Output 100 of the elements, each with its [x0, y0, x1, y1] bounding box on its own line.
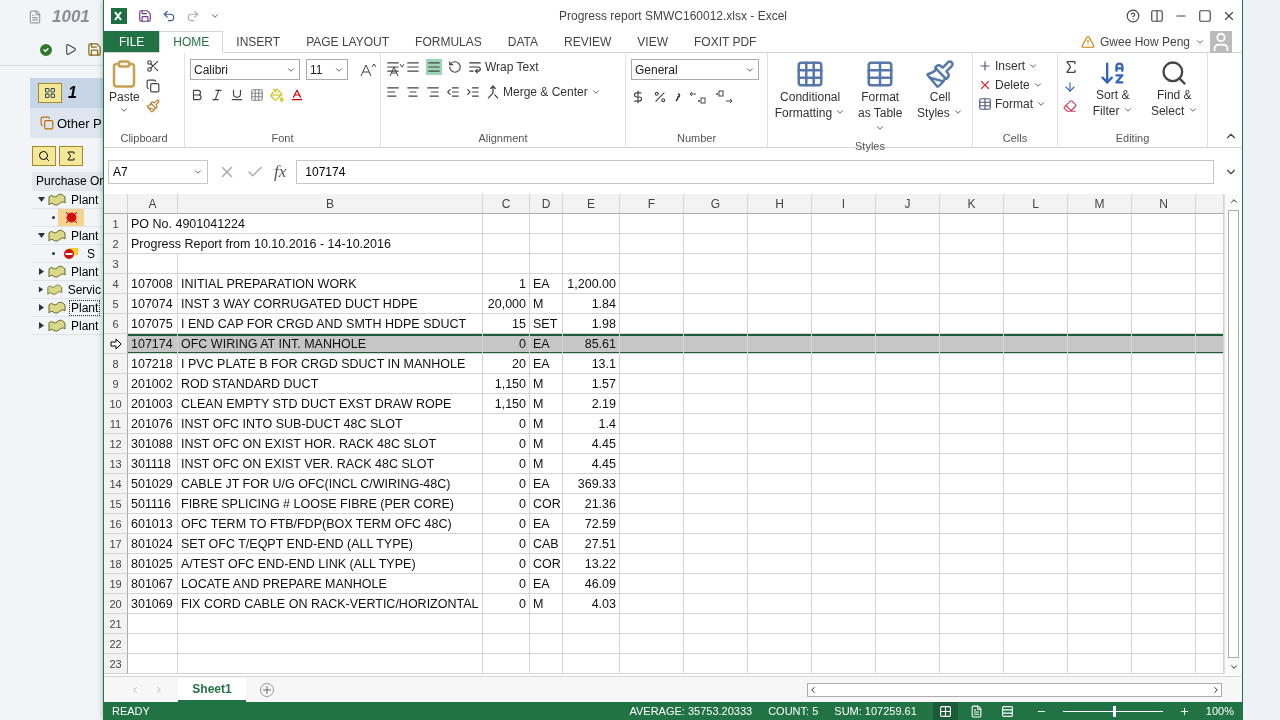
table-cell: INITIAL PREPARATION WORK [181, 276, 357, 291]
row-header[interactable]: 23 [104, 654, 128, 674]
table-cell: 107008 [131, 276, 173, 291]
tree-item[interactable]: Servic [65, 281, 103, 298]
column-header[interactable]: B [178, 194, 483, 214]
wrap-text-button[interactable]: Wrap Text [468, 60, 539, 74]
table-cell: ROD STANDARD DUCT [181, 376, 319, 391]
group-label: Styles [854, 139, 886, 154]
row-header[interactable]: 15 [104, 494, 128, 514]
row-header[interactable]: 19 [104, 574, 128, 594]
row-header[interactable]: 5 [104, 294, 128, 314]
table-cell: CABLE JT FOR U/G OFC(INCL C/WIRING-48C) [181, 476, 451, 491]
column-header[interactable]: I [812, 194, 876, 214]
row-header[interactable]: 14 [104, 474, 128, 494]
table-cell: 0 [519, 416, 526, 431]
account-name[interactable]: Gwee How Peng [1099, 34, 1190, 49]
window-title: Progress report SMWC160012.xlsx - Excel [557, 8, 789, 23]
tree-item[interactable]: Plant [69, 227, 101, 244]
row-header[interactable]: 18 [104, 554, 128, 574]
formula-field[interactable]: 107174 [296, 160, 1214, 184]
table-cell: 0 [519, 516, 526, 531]
row-header[interactable]: 6 [104, 314, 128, 334]
column-header[interactable]: N [1132, 194, 1196, 214]
ribbon-tab[interactable]: DATA [494, 31, 551, 52]
table-cell: Progress Report from 10.10.2016 - 14-10.2016 [131, 236, 391, 251]
table-cell: 1,150 [494, 396, 526, 411]
table-cell: M [533, 396, 544, 411]
zoom-level: 100% [1205, 705, 1234, 717]
font-size-field[interactable]: 11 [306, 59, 348, 80]
table-cell: 2.19 [591, 396, 616, 411]
row-header[interactable]: 3 [104, 254, 128, 274]
row-header[interactable]: 16 [104, 514, 128, 534]
status-average: AVERAGE: 35753.20333 [629, 705, 753, 717]
paste-button[interactable]: Paste [109, 59, 140, 129]
row-header[interactable]: 22 [104, 634, 128, 654]
styles-button[interactable]: Format as Table [853, 59, 908, 137]
row-header[interactable]: 21 [104, 614, 128, 634]
row-header[interactable]: 8 [104, 354, 128, 374]
row-header[interactable]: 2 [104, 234, 128, 254]
column-header[interactable]: H [748, 194, 812, 214]
row-header[interactable]: 13 [104, 454, 128, 474]
cells-button[interactable]: Delete [978, 78, 1046, 92]
column-header[interactable]: C [483, 194, 530, 214]
table-cell: 107075 [131, 316, 173, 331]
editing-button[interactable]: Find & Select [1146, 59, 1202, 129]
styles-button[interactable]: Conditional Formatting [773, 59, 848, 137]
cells-button[interactable]: Format [978, 97, 1046, 111]
row-header[interactable]: 11 [104, 414, 128, 434]
ribbon-tab[interactable]: FILE [104, 31, 160, 52]
ribbon-tab[interactable]: FORMULAS [402, 31, 495, 52]
row-header[interactable]: 9 [104, 374, 128, 394]
tree-item[interactable]: S [87, 246, 95, 261]
tree-header: Purchase Or [32, 172, 103, 191]
table-cell: 1.84 [591, 296, 616, 311]
merge-center-button[interactable]: Merge & Center [486, 85, 601, 99]
status-mode: READY [112, 705, 150, 717]
table-cell: EA [533, 276, 550, 291]
ribbon-tab[interactable]: FOXIT PDF [681, 31, 770, 52]
table-cell: 0 [519, 536, 526, 551]
column-header[interactable]: A [128, 194, 178, 214]
cells-button[interactable]: Insert [978, 59, 1046, 73]
column-header[interactable]: F [620, 194, 684, 214]
table-cell: 13.1 [591, 356, 616, 371]
table-cell: 21.36 [584, 496, 616, 511]
status-count: COUNT: 5 [768, 705, 819, 717]
column-header[interactable]: K [940, 194, 1004, 214]
tree-item[interactable]: Plant [69, 317, 101, 334]
styles-button[interactable]: Cell Styles [913, 59, 967, 137]
sheet-tab[interactable]: Sheet1 [178, 677, 246, 702]
tree-item[interactable]: Plant [69, 191, 101, 208]
row-header[interactable]: 10 [104, 394, 128, 414]
table-cell: 85.61 [584, 336, 616, 351]
table-cell: INST OFC ON EXIST VER. RACK 48C SLOT [181, 456, 435, 471]
row-header[interactable]: 20 [104, 594, 128, 614]
ribbon-tab[interactable]: INSERT [223, 31, 294, 52]
number-format-field[interactable]: General [631, 59, 759, 80]
column-header[interactable]: M [1068, 194, 1132, 214]
column-header[interactable]: E [563, 194, 620, 214]
table-cell: EA [533, 336, 550, 351]
column-header[interactable]: G [684, 194, 748, 214]
insert-function-button[interactable]: fx [274, 162, 287, 182]
ribbon-tab[interactable]: VIEW [624, 31, 681, 52]
ribbon-tab[interactable]: HOME [159, 31, 224, 53]
table-cell: INST OFC INTO SUB-DUCT 48C SLOT [181, 416, 403, 431]
ribbon-tab[interactable]: REVIEW [551, 31, 625, 52]
tree-item[interactable]: Plant [69, 263, 101, 280]
row-header[interactable]: 12 [104, 434, 128, 454]
column-header[interactable]: J [876, 194, 940, 214]
row-header[interactable]: 1 [104, 214, 128, 234]
ribbon-tab[interactable]: PAGE LAYOUT [293, 31, 403, 52]
tree-item[interactable]: Plant [69, 299, 101, 316]
row-header[interactable]: 17 [104, 534, 128, 554]
row-header[interactable]: 4 [104, 274, 128, 294]
name-box[interactable]: A7 [108, 160, 208, 184]
font-name-field[interactable]: Calibri [190, 59, 300, 80]
table-cell: 501029 [131, 476, 173, 491]
column-header[interactable]: D [530, 194, 563, 214]
editing-button[interactable]: Sort & Filter [1085, 59, 1141, 129]
table-cell: EA [533, 356, 550, 371]
column-header[interactable]: L [1004, 194, 1068, 214]
